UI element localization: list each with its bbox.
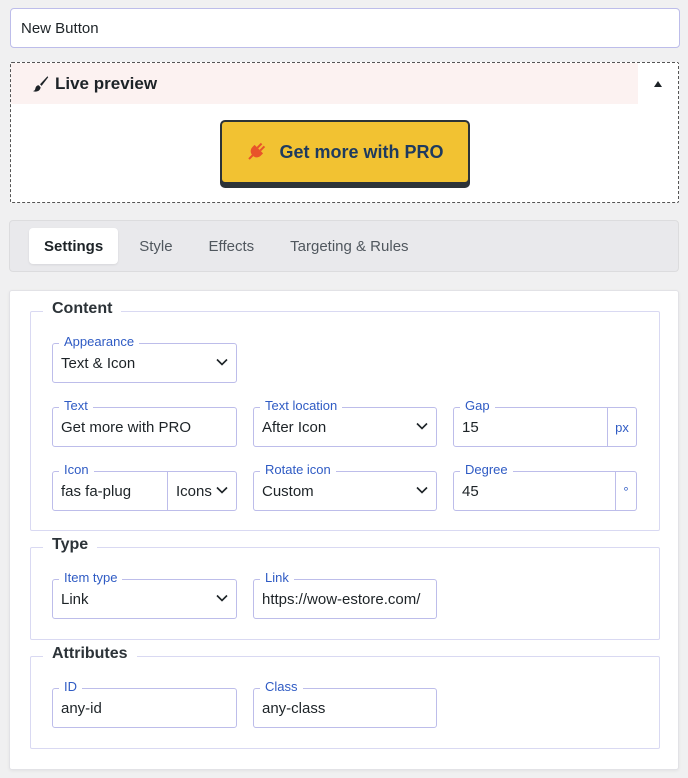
degree-unit: ° xyxy=(615,472,636,510)
icon-field[interactable]: Icon fas fa-plug Icons xyxy=(52,462,237,511)
class-value: any-class xyxy=(262,700,326,717)
tab-targeting-rules[interactable]: Targeting & Rules xyxy=(275,228,423,264)
class-label: Class xyxy=(260,679,303,695)
settings-panel: Content Appearance Text & Icon Text Get … xyxy=(9,290,679,770)
appearance-label: Appearance xyxy=(59,334,140,350)
item-type-label: Item type xyxy=(59,570,123,586)
text-value: Get more with PRO xyxy=(61,419,192,436)
paintbrush-icon xyxy=(31,75,49,93)
live-preview-panel: Live preview Get more with PRO xyxy=(10,62,679,203)
link-label: Link xyxy=(260,570,294,586)
collapse-toggle[interactable] xyxy=(638,63,678,104)
degree-label: Degree xyxy=(460,462,513,478)
item-type-value: Link xyxy=(61,591,89,608)
icon-type-value: Icons xyxy=(176,482,212,500)
content-legend: Content xyxy=(43,298,122,320)
tab-settings[interactable]: Settings xyxy=(29,228,119,264)
content-group: Content Appearance Text & Icon Text Get … xyxy=(30,298,660,531)
link-value: https://wow-estore.com/ xyxy=(262,591,421,608)
settings-tabs: Settings Style Effects Targeting & Rules xyxy=(9,220,679,272)
type-group: Type Item type Link Link https://wow-est… xyxy=(30,534,660,640)
live-preview-header[interactable]: Live preview xyxy=(11,63,638,104)
gap-unit: px xyxy=(607,408,636,446)
icon-label: Icon xyxy=(59,462,94,478)
text-label: Text xyxy=(59,398,93,414)
id-value: any-id xyxy=(61,700,102,717)
gap-label: Gap xyxy=(460,398,495,414)
gap-field[interactable]: Gap 15 px xyxy=(453,398,637,447)
button-title-input[interactable] xyxy=(10,8,680,48)
preview-button[interactable]: Get more with PRO xyxy=(220,120,470,184)
link-field[interactable]: Link https://wow-estore.com/ xyxy=(253,570,437,619)
degree-field[interactable]: Degree 45 ° xyxy=(453,462,637,511)
text-location-select[interactable]: Text location After Icon xyxy=(253,398,437,447)
preview-button-label: Get more with PRO xyxy=(279,141,444,162)
plug-icon xyxy=(242,138,270,166)
rotate-icon-label: Rotate icon xyxy=(260,462,336,478)
tab-effects[interactable]: Effects xyxy=(194,228,270,264)
chevron-down-icon xyxy=(216,486,228,494)
appearance-value: Text & Icon xyxy=(61,355,136,372)
gap-value: 15 xyxy=(462,419,479,436)
attributes-legend: Attributes xyxy=(43,643,137,665)
type-legend: Type xyxy=(43,534,98,556)
chevron-down-icon xyxy=(216,594,228,602)
class-field[interactable]: Class any-class xyxy=(253,679,437,728)
text-field[interactable]: Text Get more with PRO xyxy=(52,398,237,447)
id-field[interactable]: ID any-id xyxy=(52,679,237,728)
caret-up-icon xyxy=(654,80,662,87)
item-type-select[interactable]: Item type Link xyxy=(52,570,237,619)
rotate-icon-value: Custom xyxy=(262,483,314,500)
chevron-down-icon xyxy=(216,358,228,366)
text-location-value: After Icon xyxy=(262,419,327,436)
id-label: ID xyxy=(59,679,82,695)
chevron-down-icon xyxy=(416,422,428,430)
text-location-label: Text location xyxy=(260,398,343,414)
degree-value: 45 xyxy=(462,483,479,500)
live-preview-title: Live preview xyxy=(55,73,158,93)
icon-value: fas fa-plug xyxy=(61,483,132,500)
rotate-icon-select[interactable]: Rotate icon Custom xyxy=(253,462,437,511)
tab-style[interactable]: Style xyxy=(124,228,187,264)
appearance-select[interactable]: Appearance Text & Icon xyxy=(52,334,237,383)
attributes-group: Attributes ID any-id Class any-class xyxy=(30,643,660,749)
chevron-down-icon xyxy=(416,486,428,494)
